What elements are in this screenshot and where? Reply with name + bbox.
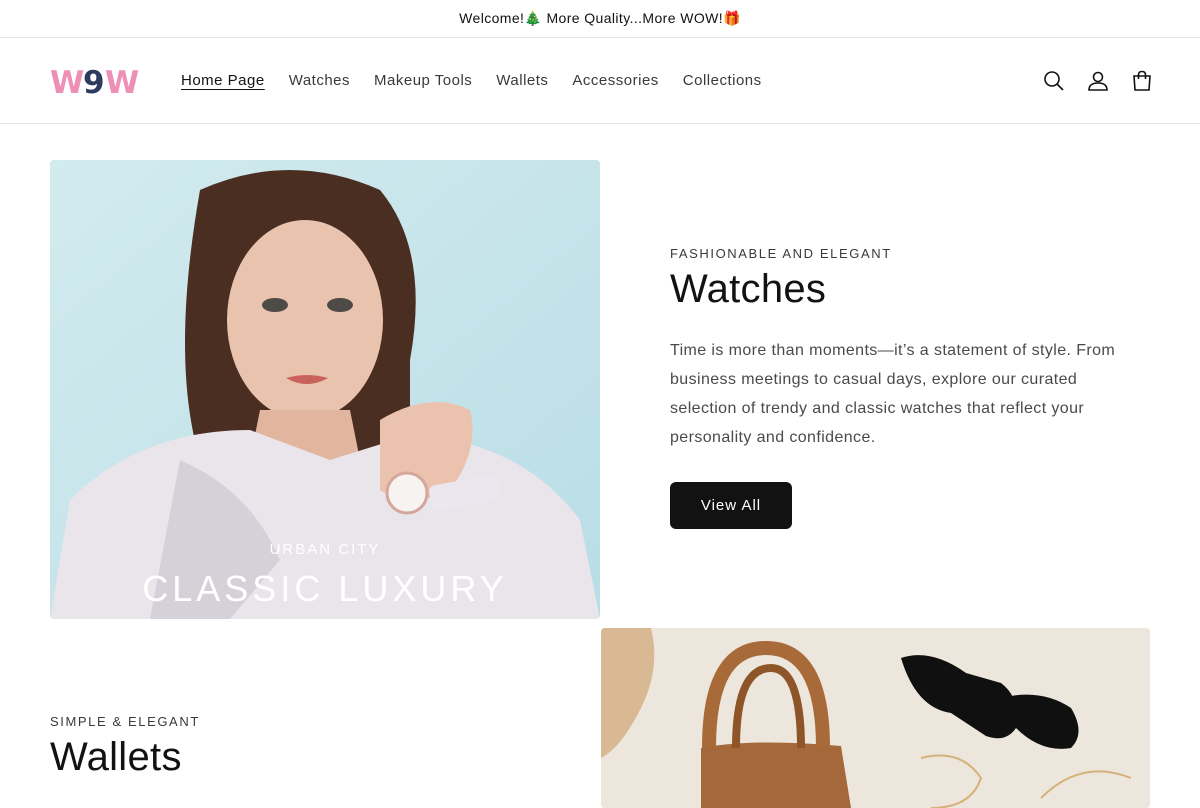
wallets-hero-image[interactable] (601, 628, 1150, 808)
image-title: CLASSIC LUXURY (142, 568, 508, 609)
svg-text:W: W (105, 65, 139, 97)
main-nav: Home Page Watches Makeup Tools Wallets A… (169, 72, 774, 89)
wallets-section: SIMPLE & ELEGANT Wallets (50, 628, 1150, 808)
account-icon[interactable] (1086, 69, 1110, 93)
nav-accessories[interactable]: Accessories (560, 72, 670, 89)
watches-text-block: FASHIONABLE AND ELEGANT Watches Time is … (670, 246, 1140, 529)
cart-icon[interactable] (1130, 69, 1154, 93)
nav-wallets[interactable]: Wallets (484, 72, 560, 89)
watches-hero-image[interactable]: URBAN CITY CLASSIC LUXURY (50, 160, 600, 619)
nav-makeup-tools[interactable]: Makeup Tools (362, 72, 484, 89)
header-icons (1042, 38, 1154, 124)
announcement-text: Welcome!🎄 More Quality...More WOW!🎁 (459, 10, 741, 26)
nav-watches[interactable]: Watches (277, 72, 362, 89)
svg-text:9: 9 (83, 65, 105, 97)
wallets-eyebrow: SIMPLE & ELEGANT (50, 714, 200, 729)
watches-description: Time is more than moments—it’s a stateme… (670, 342, 1116, 446)
view-all-button[interactable]: View All (670, 482, 792, 529)
image-subtitle: URBAN CITY (269, 541, 381, 558)
search-icon[interactable] (1042, 69, 1066, 93)
watches-heading: Watches (670, 267, 827, 311)
nav-home-page[interactable]: Home Page (169, 72, 277, 89)
watches-eyebrow: FASHIONABLE AND ELEGANT (670, 246, 892, 261)
logo[interactable]: W 9 W (50, 65, 140, 97)
watches-section: URBAN CITY CLASSIC LUXURY FASHIONABLE AN… (50, 160, 1150, 620)
nav-collections[interactable]: Collections (671, 72, 774, 89)
wallet-illustration (601, 628, 1150, 808)
svg-text:W: W (50, 65, 84, 97)
logo-mark: W 9 W (50, 65, 139, 97)
wallets-text-block: SIMPLE & ELEGANT Wallets (50, 714, 200, 780)
wallets-heading: Wallets (50, 735, 182, 779)
site-header: W 9 W Home Page Watches Makeup Tools Wal… (0, 38, 1200, 124)
announcement-bar: Welcome!🎄 More Quality...More WOW!🎁 (0, 0, 1200, 38)
